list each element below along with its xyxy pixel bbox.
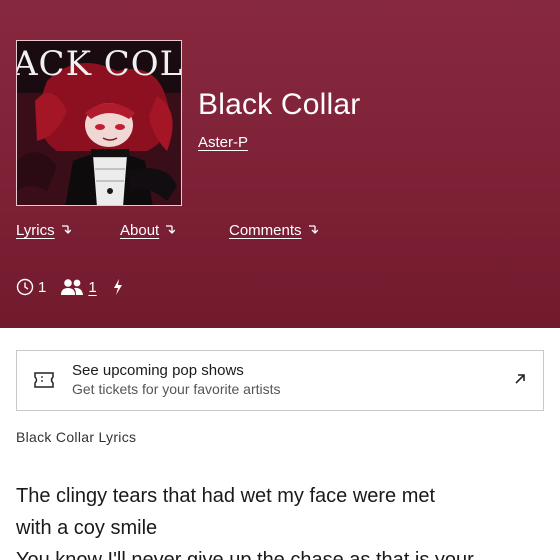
- song-stats: 1 1: [16, 278, 139, 296]
- cover-title-text: ACK COLL: [17, 44, 182, 84]
- promo-title: See upcoming pop shows: [72, 362, 244, 379]
- lightning-icon: [111, 278, 125, 296]
- trending-stat[interactable]: [111, 278, 125, 296]
- artist-link[interactable]: Aster-P: [198, 134, 248, 151]
- lyrics-line: You know I'll never give up the chase as…: [16, 549, 474, 560]
- tab-comments-label: Comments: [229, 222, 302, 239]
- promo-subtitle: Get tickets for your favorite artists: [72, 381, 281, 397]
- arrow-down-right-icon: [165, 224, 176, 237]
- lyrics-body: The clingy tears that had wet my face we…: [16, 480, 536, 560]
- lyrics-heading: Black Collar Lyrics: [16, 429, 137, 445]
- pyongs-stat[interactable]: 1: [60, 278, 97, 296]
- arrow-down-right-icon: [61, 224, 72, 237]
- tab-comments[interactable]: Comments: [229, 222, 318, 239]
- contributors-count: 1: [38, 278, 47, 296]
- arrow-down-right-icon: [308, 224, 318, 237]
- tab-about-label: About: [120, 222, 160, 239]
- users-icon: [60, 278, 84, 296]
- song-title: Black Collar: [198, 88, 361, 121]
- pyongs-count: 1: [88, 278, 97, 296]
- clock-icon: [16, 278, 34, 296]
- tab-lyrics[interactable]: Lyrics: [16, 222, 72, 239]
- external-arrow-icon[interactable]: [513, 372, 527, 391]
- ticket-icon: [33, 370, 55, 395]
- lyrics-line: The clingy tears that had wet my face we…: [16, 485, 436, 507]
- contributors-stat[interactable]: 1: [16, 278, 46, 296]
- lyrics-line: with a coy smile: [16, 517, 158, 539]
- tab-about[interactable]: About: [120, 222, 176, 239]
- upcoming-shows-banner[interactable]: See upcoming pop shows Get tickets for y…: [16, 350, 544, 411]
- album-cover[interactable]: ACK COLL: [16, 40, 182, 206]
- album-art-image: ACK COLL: [17, 41, 182, 205]
- song-header: ACK COLL Black Collar Aster-P Lyrics Abo…: [0, 0, 560, 328]
- tab-lyrics-label: Lyrics: [16, 222, 55, 239]
